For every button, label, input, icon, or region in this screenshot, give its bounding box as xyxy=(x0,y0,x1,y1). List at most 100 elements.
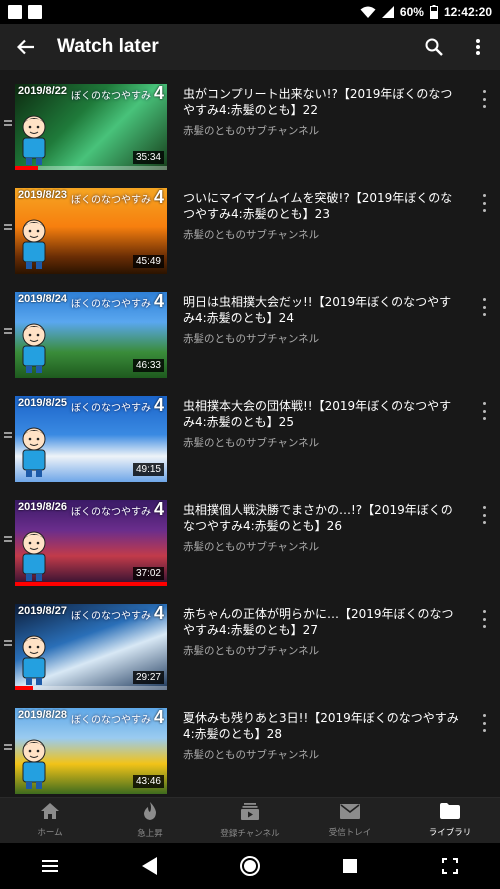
more-vert-dot xyxy=(482,105,486,108)
channel-name[interactable]: 赤髪のとものサブチャンネル xyxy=(183,123,459,138)
video-list-item[interactable]: 2019/8/27 ぼくのなつやすみ 4 29:27 赤ちゃんの正体が明らかに…【201… xyxy=(0,590,500,694)
more-vert-icon xyxy=(482,714,486,717)
video-list-item[interactable]: 2019/8/24 ぼくのなつやすみ 4 46:33 明日は虫相撲大会だッ!!【2019… xyxy=(0,278,500,382)
fullscreen-button[interactable] xyxy=(430,846,470,886)
system-navigation-bar xyxy=(0,843,500,889)
video-thumbnail[interactable]: 2019/8/28 ぼくのなつやすみ 4 43:46 xyxy=(15,708,167,794)
nav-item-subscriptions[interactable]: 登録チャンネル xyxy=(200,798,300,843)
video-meta[interactable]: 虫相撲個人戦決勝でまさかの…!?【2019年ぼくのなつやすみ4:赤髪のとも】26… xyxy=(183,502,459,554)
square-recents-icon xyxy=(343,859,357,873)
video-list-item[interactable]: 2019/8/25 ぼくのなつやすみ 4 49:15 虫相撲本大会の団体戦!!【2019… xyxy=(0,382,500,486)
more-vert-dot xyxy=(482,721,486,725)
video-title[interactable]: 明日は虫相撲大会だッ!!【2019年ぼくのなつやすみ4:赤髪のとも】24 xyxy=(183,294,459,326)
video-list-item[interactable]: 2019/8/22 ぼくのなつやすみ 4 35:34 虫がコンプリート出来ない!?【20… xyxy=(0,70,500,174)
channel-name[interactable]: 赤髪のとものサブチャンネル xyxy=(183,539,459,554)
video-title[interactable]: 虫がコンプリート出来ない!?【2019年ぼくのなつやすみ4:赤髪のとも】22 xyxy=(183,86,459,118)
mascot-illustration xyxy=(22,115,46,165)
mascot-illustration xyxy=(22,635,46,685)
thumbnail-date: 2019/8/27 xyxy=(18,605,67,617)
progress-track xyxy=(15,686,167,690)
video-duration: 29:27 xyxy=(132,671,164,684)
channel-name[interactable]: 赤髪のとものサブチャンネル xyxy=(183,227,459,242)
back-button[interactable] xyxy=(0,24,52,70)
video-more-button[interactable] xyxy=(478,506,490,524)
video-meta[interactable]: 虫がコンプリート出来ない!?【2019年ぼくのなつやすみ4:赤髪のとも】22 赤髪… xyxy=(183,86,459,138)
nav-label: 急上昇 xyxy=(137,829,163,839)
video-more-button[interactable] xyxy=(478,714,490,732)
nav-label: ライブラリ xyxy=(428,828,472,838)
thumbnail-logo-number: 4 xyxy=(153,292,164,311)
drag-handle-icon[interactable] xyxy=(4,432,12,438)
video-meta[interactable]: 虫相撲本大会の団体戦!!【2019年ぼくのなつやすみ4:赤髪のとも】25 赤髪のと… xyxy=(183,398,459,450)
nav-item-trending-flame[interactable]: 急上昇 xyxy=(100,798,200,843)
circle-home-icon xyxy=(240,856,260,876)
drag-handle-icon[interactable] xyxy=(4,744,12,750)
back-nav-button[interactable] xyxy=(130,846,170,886)
subscriptions-icon xyxy=(241,802,259,824)
video-title[interactable]: 虫相撲個人戦決勝でまさかの…!?【2019年ぼくのなつやすみ4:赤髪のとも】26 xyxy=(183,502,459,534)
video-more-button[interactable] xyxy=(478,90,490,108)
channel-name[interactable]: 赤髪のとものサブチャンネル xyxy=(183,747,459,762)
video-more-button[interactable] xyxy=(478,402,490,420)
drag-handle-icon[interactable] xyxy=(4,536,12,542)
search-button[interactable] xyxy=(412,24,456,70)
battery-percent: 60% xyxy=(399,5,424,19)
drag-handle-icon[interactable] xyxy=(4,328,12,334)
video-duration: 43:46 xyxy=(132,775,164,788)
thumbnail-date: 2019/8/26 xyxy=(18,501,67,513)
thumbnail-date: 2019/8/24 xyxy=(18,293,67,305)
video-meta[interactable]: 明日は虫相撲大会だッ!!【2019年ぼくのなつやすみ4:赤髪のとも】24 赤髪のと… xyxy=(183,294,459,346)
channel-name[interactable]: 赤髪のとものサブチャンネル xyxy=(183,331,459,346)
more-vert-icon xyxy=(482,610,486,613)
clock: 12:42:20 xyxy=(443,5,492,19)
video-more-button[interactable] xyxy=(478,194,490,212)
thumbnail-date: 2019/8/22 xyxy=(18,85,67,97)
more-options-button[interactable] xyxy=(456,24,500,70)
video-thumbnail[interactable]: 2019/8/26 ぼくのなつやすみ 4 37:02 xyxy=(15,500,167,586)
video-more-button[interactable] xyxy=(478,610,490,628)
video-list-item[interactable]: 2019/8/28 ぼくのなつやすみ 4 43:46 夏休みも残りあと3日!!【2019… xyxy=(0,694,500,797)
video-thumbnail[interactable]: 2019/8/23 ぼくのなつやすみ 4 45:49 xyxy=(15,188,167,274)
more-vert-dot xyxy=(482,313,486,316)
video-meta[interactable]: 夏休みも残りあと3日!!【2019年ぼくのなつやすみ4:赤髪のとも】28 赤髪のと… xyxy=(183,710,459,762)
video-title[interactable]: 赤ちゃんの正体が明らかに…【2019年ぼくのなつやすみ4:赤髪のとも】27 xyxy=(183,606,459,638)
wifi-icon xyxy=(360,6,376,19)
drag-handle-icon[interactable] xyxy=(4,120,12,126)
menu-button[interactable] xyxy=(30,846,70,886)
video-title[interactable]: 虫相撲本大会の団体戦!!【2019年ぼくのなつやすみ4:赤髪のとも】25 xyxy=(183,398,459,430)
thumbnail-logo: ぼくのなつやすみ xyxy=(71,403,151,414)
nav-item-library-folder[interactable]: ライブラリ xyxy=(400,798,500,843)
video-meta[interactable]: 赤ちゃんの正体が明らかに…【2019年ぼくのなつやすみ4:赤髪のとも】27 赤髪の… xyxy=(183,606,459,658)
notification-icon xyxy=(28,5,42,19)
drag-handle-icon[interactable] xyxy=(4,224,12,230)
video-title[interactable]: 夏休みも残りあと3日!!【2019年ぼくのなつやすみ4:赤髪のとも】28 xyxy=(183,710,459,742)
drag-handle-icon[interactable] xyxy=(4,640,12,646)
home-nav-button[interactable] xyxy=(230,846,270,886)
video-thumbnail[interactable]: 2019/8/25 ぼくのなつやすみ 4 49:15 xyxy=(15,396,167,482)
video-more-button[interactable] xyxy=(478,298,490,316)
more-vert-icon xyxy=(482,90,486,93)
channel-name[interactable]: 赤髪のとものサブチャンネル xyxy=(183,643,459,658)
app-bar-actions xyxy=(412,24,500,70)
nav-item-inbox-mail[interactable]: 受信トレイ xyxy=(300,798,400,843)
thumbnail-logo-number: 4 xyxy=(153,84,164,103)
channel-name[interactable]: 赤髪のとものサブチャンネル xyxy=(183,435,459,450)
watch-later-list[interactable]: 2019/8/22 ぼくのなつやすみ 4 35:34 虫がコンプリート出来ない!?【20… xyxy=(0,70,500,797)
more-vert-dot xyxy=(482,209,486,212)
video-thumbnail[interactable]: 2019/8/24 ぼくのなつやすみ 4 46:33 xyxy=(15,292,167,378)
nav-label: ホーム xyxy=(37,828,63,838)
video-thumbnail[interactable]: 2019/8/22 ぼくのなつやすみ 4 35:34 xyxy=(15,84,167,170)
video-thumbnail[interactable]: 2019/8/27 ぼくのなつやすみ 4 29:27 xyxy=(15,604,167,690)
video-title[interactable]: ついにマイマイムイムを突破!?【2019年ぼくのなつやすみ4:赤髪のとも】23 xyxy=(183,190,459,222)
more-vert-dot xyxy=(482,729,486,732)
recents-nav-button[interactable] xyxy=(330,846,370,886)
more-vert-dot xyxy=(482,617,486,621)
video-meta[interactable]: ついにマイマイムイムを突破!?【2019年ぼくのなつやすみ4:赤髪のとも】23 赤… xyxy=(183,190,459,242)
inbox-mail-icon xyxy=(340,803,360,823)
thumbnail-logo: ぼくのなつやすみ xyxy=(71,195,151,206)
nav-item-home[interactable]: ホーム xyxy=(0,798,100,843)
video-list-item[interactable]: 2019/8/23 ぼくのなつやすみ 4 45:49 ついにマイマイムイムを突破!?【2… xyxy=(0,174,500,278)
library-folder-icon xyxy=(440,803,460,823)
video-list-item[interactable]: 2019/8/26 ぼくのなつやすみ 4 37:02 虫相撲個人戦決勝でまさかの…!?【… xyxy=(0,486,500,590)
more-vert-icon xyxy=(482,402,486,405)
